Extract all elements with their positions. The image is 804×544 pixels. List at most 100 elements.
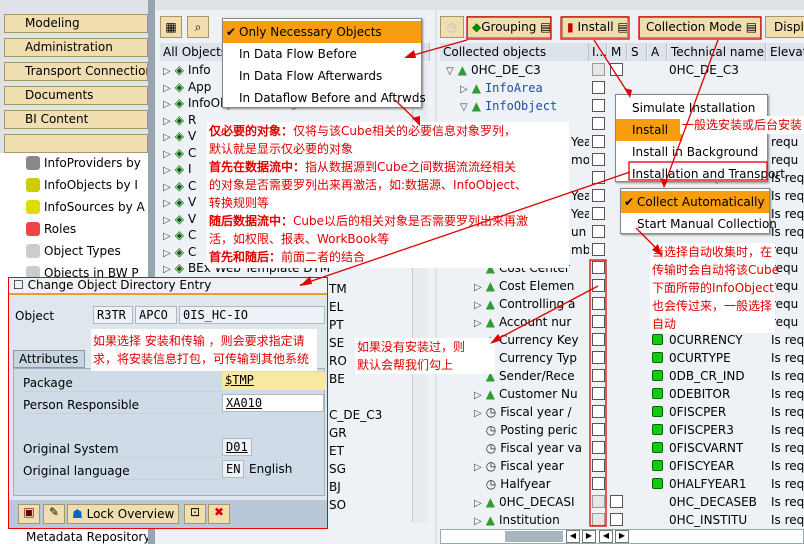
select-objects-button[interactable]: ▦ [160,16,182,38]
install-checkbox[interactable] [592,171,605,184]
install-checkbox[interactable] [592,477,605,490]
menu-item[interactable]: Install in Background [616,141,767,163]
install-checkbox[interactable] [592,261,605,274]
expand-icon[interactable]: ▷ [474,516,482,527]
menu-item[interactable]: In Data Flow Before [223,43,421,65]
install-checkbox[interactable] [592,333,605,346]
menu-item[interactable]: Start Manual Collection [621,213,777,235]
nav-button-documents[interactable]: Documents [4,86,148,105]
tree-row[interactable]: ▷◷Posting peric [440,421,588,439]
nav-button-administration[interactable]: Administration [4,38,148,57]
collapse-icon[interactable]: ▽ [446,66,454,77]
nav-list-item[interactable]: InfoObjects by I [26,176,148,194]
install-checkbox[interactable] [592,279,605,292]
scroll-right-icon[interactable]: ▶ [582,530,596,543]
save-icon[interactable]: ▣ [18,504,40,524]
expand-icon[interactable]: ▷ [163,231,171,242]
expand-icon[interactable]: ▷ [163,83,171,94]
nav-button-transport-connection[interactable]: Transport Connection [4,62,148,81]
tree-row[interactable]: ▷ ▲ InfoArea [440,79,588,97]
install-checkbox[interactable] [592,225,605,238]
dialog-title-bar[interactable]: ☐ Change Object Directory Entry [9,278,327,295]
expand-icon[interactable]: ▷ [163,198,171,209]
collapse-icon[interactable]: ▽ [460,102,468,113]
install-checkbox[interactable] [592,315,605,328]
column-header[interactable]: Elevat [767,43,804,61]
expand-icon[interactable]: ▷ [474,300,482,311]
nav-button-bi-content[interactable]: BI Content [4,110,148,129]
package-field[interactable]: $TMP [222,372,326,390]
install-checkbox[interactable] [592,423,605,436]
tree-row[interactable]: ▷ ▲ Account nur [440,313,588,331]
transport-icon[interactable]: ⊡ [184,504,206,524]
install-checkbox[interactable] [592,441,605,454]
merge-checkbox[interactable] [610,513,623,526]
collection-mode-button[interactable]: Collection Mode ▤ [639,16,761,38]
menu-item[interactable]: In Data Flow Afterwards [223,65,421,87]
expand-icon[interactable]: ▷ [163,248,171,259]
column-header[interactable]: A [648,43,667,61]
tree-row[interactable]: ▷ ▲ Customer Nu [440,385,588,403]
horizontal-scrollbar[interactable]: ◀ ▶ ◀ ▶ [440,529,804,544]
tree-row[interactable]: ▷ ▲ Cost Elemen [440,277,588,295]
nav-list-item[interactable]: Roles [26,220,148,238]
pen-icon[interactable]: ✎ [43,504,65,524]
nav-list-item[interactable]: Object Types [26,242,148,260]
tree-row[interactable]: ▽ ▲ InfoObject [440,97,588,115]
scroll-thumb[interactable] [505,531,563,542]
expand-icon[interactable]: ▷ [474,282,482,293]
expand-icon[interactable]: ▷ [163,99,171,110]
find-button[interactable]: ⌕ [187,16,209,38]
install-checkbox[interactable] [592,297,605,310]
install-checkbox[interactable] [592,99,605,112]
nav-button-empty[interactable] [4,134,148,153]
install-checkbox[interactable] [592,513,605,526]
install-checkbox[interactable] [592,189,605,202]
install-checkbox[interactable] [592,405,605,418]
display-button[interactable]: Displa [765,16,804,38]
menu-item[interactable]: In Dataflow Before and Aftrwds [223,87,426,109]
lock-overview-button[interactable]: ☗ Lock Overview [67,504,179,524]
tree-row[interactable]: ▷ ▲ Controlling a [440,295,588,313]
expand-icon[interactable]: ▷ [460,84,468,95]
install-checkbox[interactable] [592,351,605,364]
nav-button-modeling[interactable]: Modeling [4,14,148,33]
install-checkbox[interactable] [592,81,605,94]
install-checkbox[interactable] [592,243,605,256]
expand-icon[interactable]: ▷ [474,390,482,401]
menu-item[interactable]: Install [616,119,682,141]
scroll-right-icon[interactable]: ▶ [615,530,629,543]
install-button[interactable]: ▮ Install ▤ [562,16,628,38]
tree-row[interactable]: ▷ ◷ Fiscal year / [440,403,588,421]
nav-list-item[interactable]: InfoProviders by [26,154,148,172]
install-checkbox[interactable] [592,117,605,130]
expand-icon[interactable]: ▷ [163,165,171,176]
install-checkbox[interactable] [592,153,605,166]
expand-icon[interactable]: ▷ [163,182,171,193]
menu-item[interactable]: ✔ Collect Automatically [621,191,769,213]
tree-row[interactable]: ▷ ▲ Institution [440,511,588,529]
expand-icon[interactable]: ▷ [163,264,171,275]
expand-icon[interactable]: ▷ [163,66,171,77]
nav-list-item[interactable]: InfoSources by A [26,198,148,216]
grouping-button[interactable]: ◆Grouping ▤ [467,16,551,38]
expand-icon[interactable]: ▷ [474,408,482,419]
install-checkbox[interactable] [592,207,605,220]
expand-icon[interactable]: ▷ [163,215,171,226]
tree-row[interactable]: ▷ ▲ 0HC_DECASI [440,493,588,511]
close-icon[interactable]: ✖ [208,504,230,524]
install-checkbox[interactable] [592,135,605,148]
expand-icon[interactable]: ▷ [163,132,171,143]
expand-icon[interactable]: ▷ [474,498,482,509]
scroll-left-icon[interactable]: ◀ [599,530,613,543]
tree-row[interactable]: ▷ ◷ Fiscal year [440,457,588,475]
person-responsible-field[interactable]: XA010 [222,394,324,412]
menu-item[interactable]: Installation and Transport [616,163,785,185]
metadata-repository-item[interactable]: Metadata Repository [26,530,150,544]
expand-icon[interactable]: ▷ [474,318,482,329]
expand-icon[interactable]: ▷ [474,462,482,473]
scroll-left-icon[interactable]: ◀ [566,530,580,543]
tree-row[interactable]: ▷◷Halfyear [440,475,588,493]
install-checkbox[interactable] [592,387,605,400]
column-header[interactable]: Technical name [668,43,766,61]
